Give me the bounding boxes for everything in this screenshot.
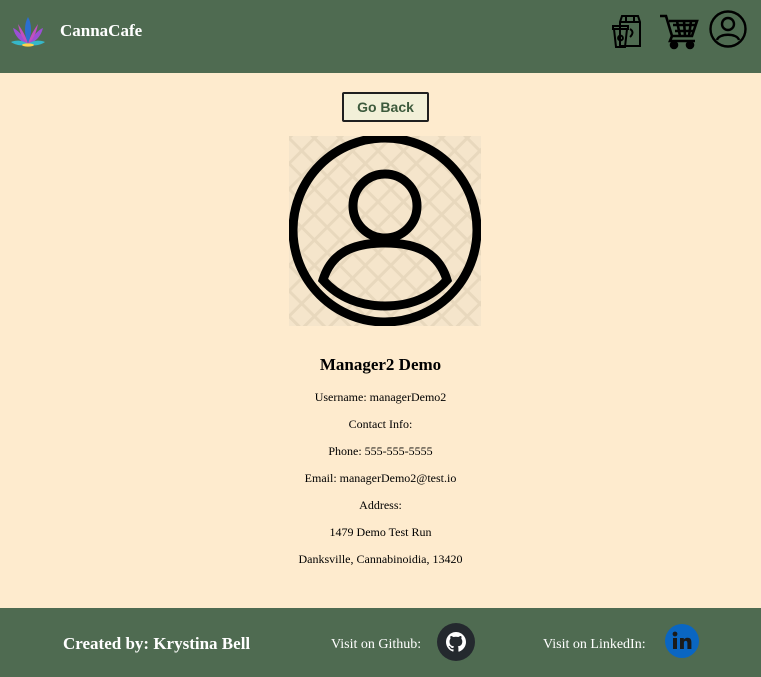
go-back-button[interactable]: Go Back (342, 92, 429, 122)
linkedin-label: Visit on LinkedIn: (543, 637, 646, 652)
profile-name: Manager2 Demo (319, 355, 442, 374)
contact-info-heading: Contact Info: (348, 417, 413, 431)
footer: Created by: Krystina Bell Visit on Githu… (0, 608, 761, 677)
top-navbar: CannaCafe (0, 0, 761, 73)
address-heading: Address: (359, 498, 402, 512)
profile-username: Username: managerDemo2 (314, 390, 447, 404)
profile-email: Email: managerDemo2@test.io (304, 471, 457, 485)
created-by-text: Created by: Krystina Bell (63, 634, 251, 653)
user-avatar-icon (288, 133, 482, 327)
linkedin-icon[interactable] (665, 624, 699, 658)
shopping-cart-icon[interactable] (659, 12, 699, 55)
address-line-2: Danksville, Cannabinoidia, 13420 (298, 552, 463, 566)
profile-phone: Phone: 555-555-5555 (328, 444, 433, 458)
brand-name[interactable]: CannaCafe (60, 21, 142, 41)
address-line-1: 1479 Demo Test Run (329, 525, 432, 539)
profile-page: Go Back Manager2 Demo Username: managerD… (0, 73, 761, 608)
lotus-icon[interactable] (10, 14, 46, 50)
github-icon[interactable] (437, 623, 475, 661)
github-label: Visit on Github: (331, 637, 422, 652)
menu-bag-icon[interactable] (611, 12, 649, 55)
user-account-icon[interactable] (708, 9, 748, 54)
